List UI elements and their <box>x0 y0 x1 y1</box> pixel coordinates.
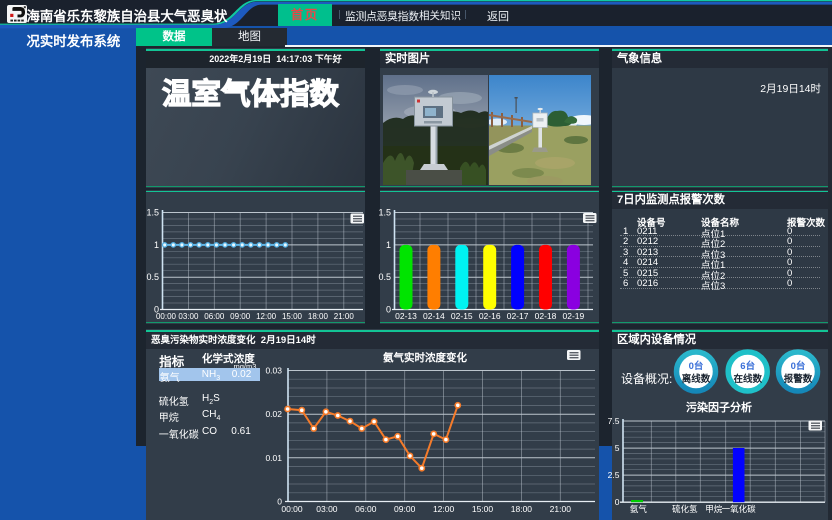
svg-text:报警数: 报警数 <box>784 373 813 385</box>
svg-text:氨气: 氨气 <box>630 504 648 514</box>
svg-text:6台: 6台 <box>740 360 755 372</box>
svg-text:1.5: 1.5 <box>378 208 391 218</box>
svg-text:在线数: 在线数 <box>733 373 762 385</box>
svg-text:18:00: 18:00 <box>511 504 533 514</box>
svg-text:21:00: 21:00 <box>334 312 355 321</box>
svg-text:02-16: 02-16 <box>479 311 501 321</box>
svg-text:0台: 0台 <box>791 360 806 372</box>
svg-text:7.5: 7.5 <box>608 416 620 426</box>
svg-text:0.5: 0.5 <box>378 272 391 282</box>
svg-text:00:00: 00:00 <box>281 504 303 514</box>
svg-text:0.01: 0.01 <box>265 452 282 462</box>
svg-text:硫化氢: 硫化氢 <box>672 504 698 514</box>
svg-text:0: 0 <box>386 305 391 315</box>
svg-text:18:00: 18:00 <box>308 312 329 321</box>
svg-text:甲烷: 甲烷 <box>705 504 723 514</box>
svg-text:15:00: 15:00 <box>282 312 303 321</box>
svg-text:0: 0 <box>615 497 620 507</box>
svg-text:09:00: 09:00 <box>230 312 251 321</box>
svg-text:2.5: 2.5 <box>608 470 620 480</box>
svg-text:0台: 0台 <box>689 360 704 372</box>
svg-text:02-17: 02-17 <box>507 311 529 321</box>
svg-text:1.5: 1.5 <box>146 208 159 218</box>
svg-text:15:00: 15:00 <box>472 504 494 514</box>
svg-text:00:00: 00:00 <box>156 312 177 321</box>
svg-text:02-14: 02-14 <box>423 311 445 321</box>
svg-text:0.02: 0.02 <box>265 409 282 419</box>
svg-text:02-15: 02-15 <box>451 311 473 321</box>
svg-text:12:00: 12:00 <box>256 312 277 321</box>
svg-text:12:00: 12:00 <box>433 504 455 514</box>
svg-text:21:00: 21:00 <box>550 504 572 514</box>
svg-text:06:00: 06:00 <box>355 504 377 514</box>
svg-text:0.5: 0.5 <box>146 272 159 282</box>
svg-text:02-18: 02-18 <box>535 311 557 321</box>
svg-text:1: 1 <box>154 240 159 250</box>
svg-text:离线数: 离线数 <box>682 373 711 385</box>
svg-text:02-13: 02-13 <box>395 311 417 321</box>
svg-text:03:00: 03:00 <box>178 312 199 321</box>
svg-text:一氧化碳: 一氧化碳 <box>722 504 757 514</box>
svg-text:02-19: 02-19 <box>563 311 585 321</box>
svg-text:03:00: 03:00 <box>316 504 338 514</box>
svg-text:09:00: 09:00 <box>394 504 416 514</box>
svg-text:1: 1 <box>386 240 391 250</box>
svg-text:0.03: 0.03 <box>265 365 282 375</box>
svg-text:06:00: 06:00 <box>204 312 225 321</box>
svg-text:5: 5 <box>615 443 620 453</box>
svg-text:氨气实时浓度变化: 氨气实时浓度变化 <box>383 351 467 364</box>
svg-text:污染因子分析: 污染因子分析 <box>686 400 752 414</box>
